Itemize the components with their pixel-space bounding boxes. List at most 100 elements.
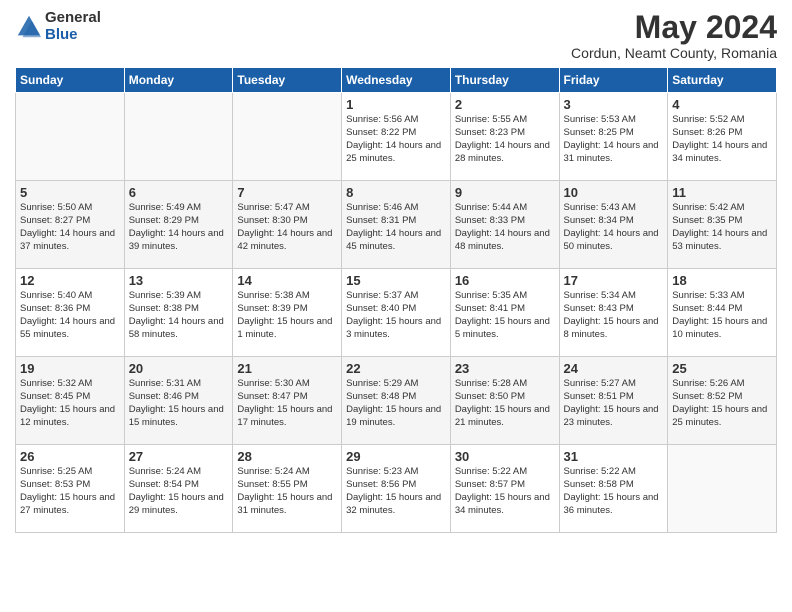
day-cell: 19 Sunrise: 5:32 AM Sunset: 8:45 PM Dayli…: [16, 357, 125, 445]
day-number: 11: [672, 185, 772, 200]
day-number: 14: [237, 273, 337, 288]
day-cell: [16, 93, 125, 181]
day-cell: 8Sunrise: 5:46 AM Sunset: 8:31 PM Daylig…: [342, 181, 451, 269]
day-cell: 4 Sunrise: 5:52 AM Sunset: 8:26 PM Daylig…: [668, 93, 777, 181]
day-cell: 16Sunrise: 5:35 AM Sunset: 8:41 PM Dayli…: [450, 269, 559, 357]
day-cell: 30Sunrise: 5:22 AM Sunset: 8:57 PM Dayli…: [450, 445, 559, 533]
day-cell: 6 Sunrise: 5:49 AM Sunset: 8:29 PM Daylig…: [124, 181, 233, 269]
day-info: Sunrise: 5:32 AM Sunset: 8:45 PM Dayligh…: [20, 378, 120, 429]
day-number: 10: [564, 185, 664, 200]
day-info: Sunrise: 5:22 AM Sunset: 8:58 PM Dayligh…: [564, 466, 664, 517]
day-info: Sunrise: 5:37 AM Sunset: 8:40 PM Dayligh…: [346, 290, 446, 341]
day-info: Sunrise: 5:35 AM Sunset: 8:41 PM Dayligh…: [455, 290, 555, 341]
day-cell: 10Sunrise: 5:43 AM Sunset: 8:34 PM Dayli…: [559, 181, 668, 269]
day-cell: 9 Sunrise: 5:44 AM Sunset: 8:33 PM Daylig…: [450, 181, 559, 269]
day-number: 26: [20, 449, 120, 464]
calendar-table: Sunday Monday Tuesday Wednesday Thursday…: [15, 67, 777, 533]
day-info: Sunrise: 5:56 AM Sunset: 8:22 PM Dayligh…: [346, 114, 446, 165]
day-info: Sunrise: 5:46 AM Sunset: 8:31 PM Dayligh…: [346, 202, 446, 253]
day-cell: 5Sunrise: 5:50 AM Sunset: 8:27 PM Daylig…: [16, 181, 125, 269]
day-number: 24: [564, 361, 664, 376]
location-subtitle: Cordun, Neamt County, Romania: [571, 45, 777, 61]
day-cell: 11 Sunrise: 5:42 AM Sunset: 8:35 PM Dayli…: [668, 181, 777, 269]
day-number: 18: [672, 273, 772, 288]
day-cell: 22Sunrise: 5:29 AM Sunset: 8:48 PM Dayli…: [342, 357, 451, 445]
week-row-4: 19 Sunrise: 5:32 AM Sunset: 8:45 PM Dayli…: [16, 357, 777, 445]
day-cell: 17Sunrise: 5:34 AM Sunset: 8:43 PM Dayli…: [559, 269, 668, 357]
day-info: Sunrise: 5:53 AM Sunset: 8:25 PM Dayligh…: [564, 114, 664, 165]
day-info: Sunrise: 5:40 AM Sunset: 8:36 PM Dayligh…: [20, 290, 120, 341]
day-cell: 21Sunrise: 5:30 AM Sunset: 8:47 PM Dayli…: [233, 357, 342, 445]
month-title: May 2024: [571, 10, 777, 45]
col-saturday: Saturday: [668, 68, 777, 93]
col-wednesday: Wednesday: [342, 68, 451, 93]
day-info: Sunrise: 5:42 AM Sunset: 8:35 PM Dayligh…: [672, 202, 772, 253]
day-cell: 12 Sunrise: 5:40 AM Sunset: 8:36 PM Dayli…: [16, 269, 125, 357]
day-number: 2: [455, 97, 555, 112]
day-info: Sunrise: 5:24 AM Sunset: 8:55 PM Dayligh…: [237, 466, 337, 517]
page-header: General Blue May 2024 Cordun, Neamt Coun…: [15, 10, 777, 61]
day-cell: [233, 93, 342, 181]
title-block: May 2024 Cordun, Neamt County, Romania: [571, 10, 777, 61]
day-info: Sunrise: 5:33 AM Sunset: 8:44 PM Dayligh…: [672, 290, 772, 341]
day-info: Sunrise: 5:49 AM Sunset: 8:29 PM Dayligh…: [129, 202, 229, 253]
day-cell: 23 Sunrise: 5:28 AM Sunset: 8:50 PM Dayli…: [450, 357, 559, 445]
week-row-2: 5Sunrise: 5:50 AM Sunset: 8:27 PM Daylig…: [16, 181, 777, 269]
day-number: 15: [346, 273, 446, 288]
day-info: Sunrise: 5:28 AM Sunset: 8:50 PM Dayligh…: [455, 378, 555, 429]
day-cell: 27 Sunrise: 5:24 AM Sunset: 8:54 PM Dayli…: [124, 445, 233, 533]
day-info: Sunrise: 5:29 AM Sunset: 8:48 PM Dayligh…: [346, 378, 446, 429]
day-number: 25: [672, 361, 772, 376]
day-cell: 25Sunrise: 5:26 AM Sunset: 8:52 PM Dayli…: [668, 357, 777, 445]
day-info: Sunrise: 5:38 AM Sunset: 8:39 PM Dayligh…: [237, 290, 337, 341]
day-cell: 28Sunrise: 5:24 AM Sunset: 8:55 PM Dayli…: [233, 445, 342, 533]
day-info: Sunrise: 5:55 AM Sunset: 8:23 PM Dayligh…: [455, 114, 555, 165]
day-number: 30: [455, 449, 555, 464]
day-info: Sunrise: 5:44 AM Sunset: 8:33 PM Dayligh…: [455, 202, 555, 253]
col-sunday: Sunday: [16, 68, 125, 93]
logo-text: General Blue: [45, 10, 101, 43]
day-cell: 14 Sunrise: 5:38 AM Sunset: 8:39 PM Dayli…: [233, 269, 342, 357]
day-number: 19: [20, 361, 120, 376]
day-number: 12: [20, 273, 120, 288]
day-info: Sunrise: 5:27 AM Sunset: 8:51 PM Dayligh…: [564, 378, 664, 429]
day-cell: 31 Sunrise: 5:22 AM Sunset: 8:58 PM Dayli…: [559, 445, 668, 533]
day-info: Sunrise: 5:52 AM Sunset: 8:26 PM Dayligh…: [672, 114, 772, 165]
day-number: 27: [129, 449, 229, 464]
day-cell: 13Sunrise: 5:39 AM Sunset: 8:38 PM Dayli…: [124, 269, 233, 357]
col-thursday: Thursday: [450, 68, 559, 93]
day-number: 4: [672, 97, 772, 112]
day-info: Sunrise: 5:23 AM Sunset: 8:56 PM Dayligh…: [346, 466, 446, 517]
logo: General Blue: [15, 10, 101, 43]
logo-icon: [15, 13, 43, 41]
day-number: 9: [455, 185, 555, 200]
week-row-5: 26Sunrise: 5:25 AM Sunset: 8:53 PM Dayli…: [16, 445, 777, 533]
day-cell: 7Sunrise: 5:47 AM Sunset: 8:30 PM Daylig…: [233, 181, 342, 269]
day-number: 20: [129, 361, 229, 376]
week-row-3: 12 Sunrise: 5:40 AM Sunset: 8:36 PM Dayli…: [16, 269, 777, 357]
week-row-1: 1 Sunrise: 5:56 AM Sunset: 8:22 PM Daylig…: [16, 93, 777, 181]
col-friday: Friday: [559, 68, 668, 93]
day-info: Sunrise: 5:24 AM Sunset: 8:54 PM Dayligh…: [129, 466, 229, 517]
day-cell: 1 Sunrise: 5:56 AM Sunset: 8:22 PM Daylig…: [342, 93, 451, 181]
day-number: 6: [129, 185, 229, 200]
col-tuesday: Tuesday: [233, 68, 342, 93]
day-cell: 24 Sunrise: 5:27 AM Sunset: 8:51 PM Dayli…: [559, 357, 668, 445]
day-cell: [668, 445, 777, 533]
day-number: 1: [346, 97, 446, 112]
logo-blue-text: Blue: [45, 27, 101, 44]
day-number: 23: [455, 361, 555, 376]
day-number: 29: [346, 449, 446, 464]
day-cell: [124, 93, 233, 181]
calendar-header-row: Sunday Monday Tuesday Wednesday Thursday…: [16, 68, 777, 93]
day-cell: 3 Sunrise: 5:53 AM Sunset: 8:25 PM Daylig…: [559, 93, 668, 181]
day-info: Sunrise: 5:39 AM Sunset: 8:38 PM Dayligh…: [129, 290, 229, 341]
day-number: 21: [237, 361, 337, 376]
day-number: 31: [564, 449, 664, 464]
day-number: 3: [564, 97, 664, 112]
day-cell: 18 Sunrise: 5:33 AM Sunset: 8:44 PM Dayli…: [668, 269, 777, 357]
day-number: 7: [237, 185, 337, 200]
logo-general-text: General: [45, 10, 101, 27]
page: { "header": { "logo_general": "General",…: [0, 0, 792, 612]
day-cell: 26Sunrise: 5:25 AM Sunset: 8:53 PM Dayli…: [16, 445, 125, 533]
